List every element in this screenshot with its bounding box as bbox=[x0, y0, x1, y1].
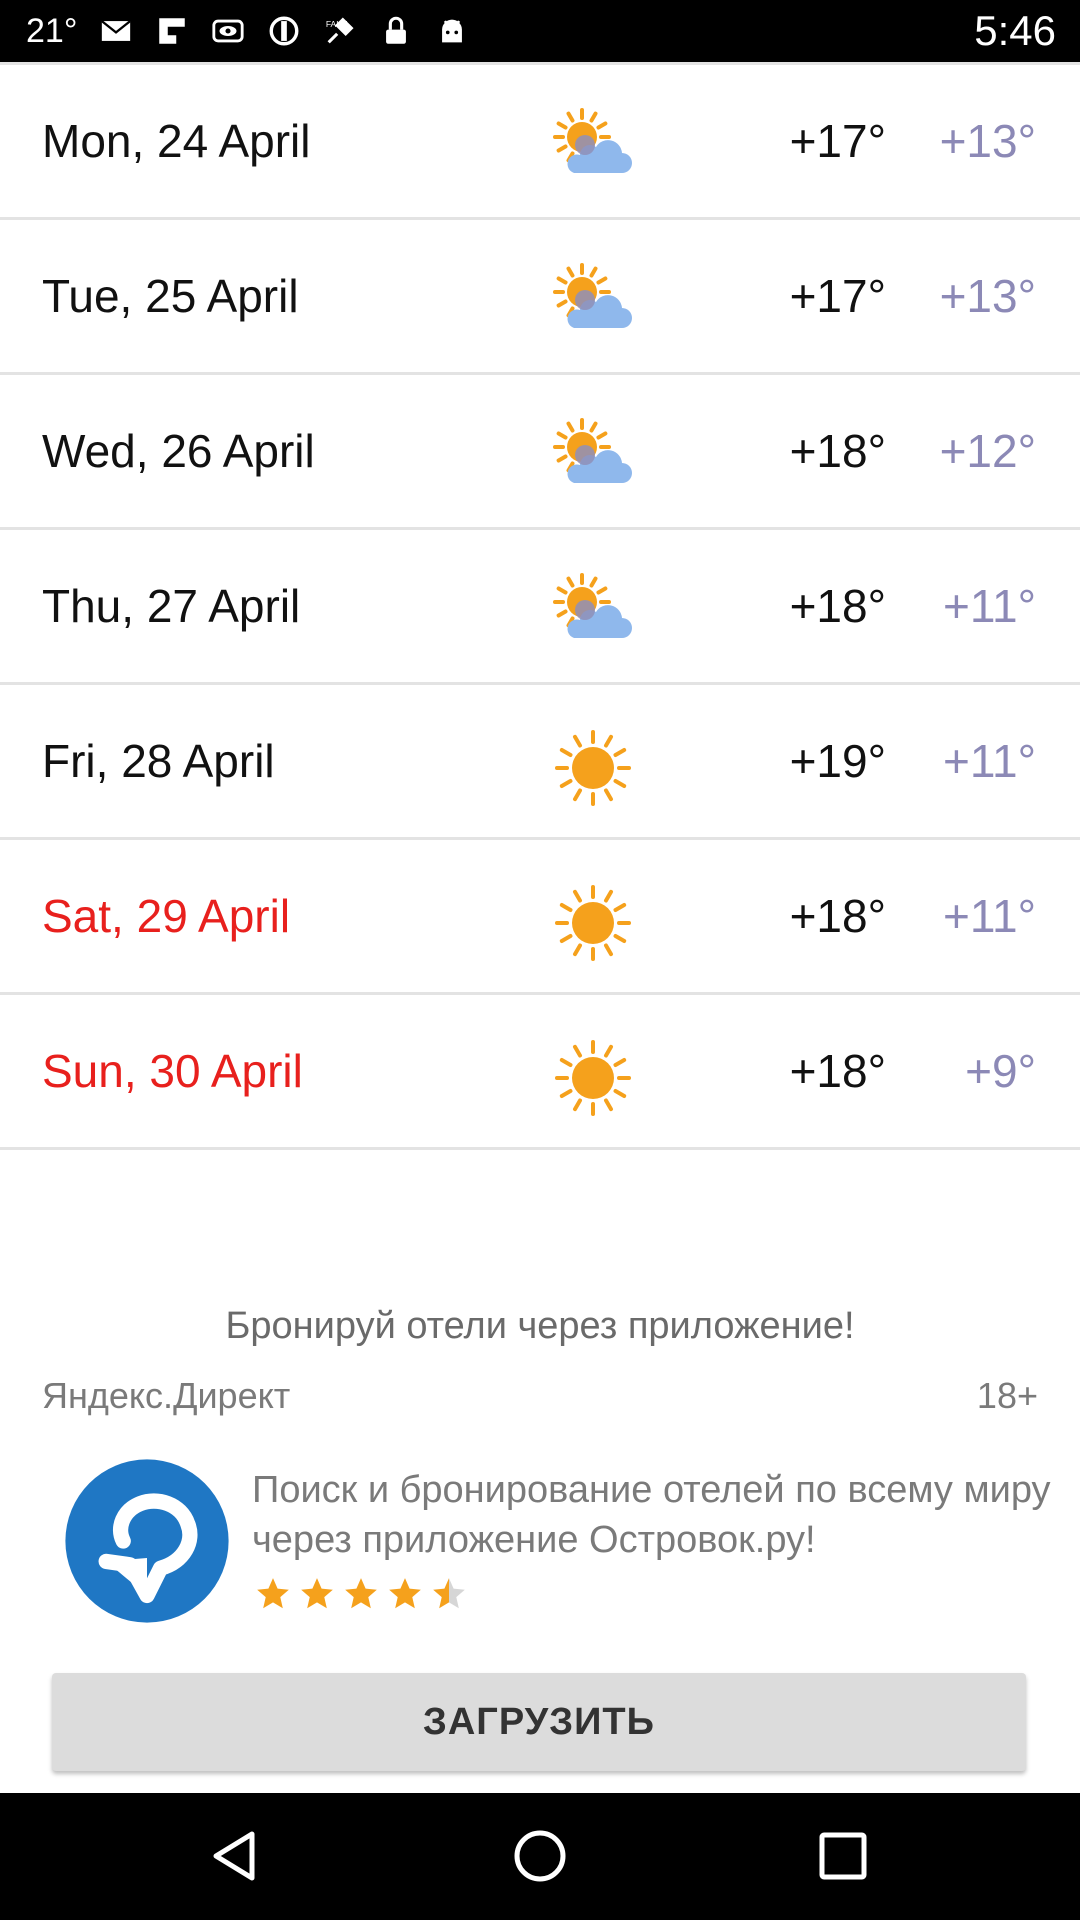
star-icon bbox=[345, 1578, 377, 1609]
forecast-high-temp: +19° bbox=[789, 735, 886, 787]
forecast-row[interactable]: Sun, 30 April +18° +9° bbox=[0, 995, 1080, 1150]
eye-icon bbox=[212, 19, 245, 43]
forecast-date: Tue, 25 April bbox=[42, 270, 299, 322]
download-button[interactable]: ЗАГРУЗИТЬ bbox=[52, 1673, 1026, 1771]
status-bar: 21° FAKE 5:46 bbox=[0, 0, 1080, 62]
forecast-high-temp: +18° bbox=[789, 580, 886, 632]
status-temperature: 21° bbox=[26, 11, 78, 50]
ad-rating-stars bbox=[254, 1575, 468, 1613]
ad-description[interactable]: Поиск и бронирование отелей по всему мир… bbox=[252, 1465, 1052, 1565]
star-icon bbox=[301, 1578, 333, 1609]
recents-icon[interactable] bbox=[813, 1826, 873, 1886]
mail-icon bbox=[101, 20, 132, 41]
forecast-low-temp: +9° bbox=[965, 1045, 1036, 1097]
forecast-low-temp: +11° bbox=[942, 580, 1036, 632]
forecast-date: Fri, 28 April bbox=[42, 735, 275, 787]
svg-text:FAKE: FAKE bbox=[326, 19, 348, 29]
star-icon bbox=[433, 1578, 465, 1609]
forecast-row[interactable]: Wed, 26 April +18° +12° bbox=[0, 375, 1080, 530]
forecast-row[interactable]: Thu, 27 April +18° +11° bbox=[0, 530, 1080, 685]
ad-source-label[interactable]: Яндекс.Директ bbox=[42, 1375, 290, 1417]
forecast-row[interactable]: Fri, 28 April +19° +11° bbox=[0, 685, 1080, 840]
partly-cloudy-icon bbox=[552, 262, 634, 344]
navigation-bar bbox=[0, 1793, 1080, 1920]
forecast-row[interactable]: Tue, 25 April +17° +13° bbox=[0, 220, 1080, 375]
status-time: 5:46 bbox=[974, 7, 1056, 54]
ad-age-rating: 18+ bbox=[976, 1375, 1038, 1416]
android-icon bbox=[442, 19, 463, 43]
star-icon bbox=[389, 1578, 421, 1609]
forecast-low-temp: +13° bbox=[939, 115, 1036, 167]
forecast-low-temp: +13° bbox=[939, 270, 1036, 322]
ostrovok-logo-icon[interactable] bbox=[62, 1456, 232, 1626]
sunny-icon bbox=[552, 1037, 634, 1119]
home-icon[interactable] bbox=[510, 1826, 570, 1886]
forecast-row[interactable]: Mon, 24 April +17° +13° bbox=[0, 65, 1080, 220]
forecast-date: Wed, 26 April bbox=[42, 425, 315, 477]
forecast-high-temp: +17° bbox=[789, 270, 886, 322]
ad-title[interactable]: Бронируй отели через приложение! bbox=[0, 1305, 1080, 1348]
circle-lock-icon bbox=[269, 16, 299, 46]
forecast-high-temp: +18° bbox=[789, 425, 886, 477]
partly-cloudy-icon bbox=[552, 417, 634, 499]
forecast-date: Sat, 29 April bbox=[42, 890, 291, 942]
forecast-high-temp: +18° bbox=[789, 1045, 886, 1097]
forecast-date: Sun, 30 April bbox=[42, 1045, 303, 1097]
forecast-low-temp: +11° bbox=[942, 890, 1036, 942]
sunny-icon bbox=[552, 882, 634, 964]
forecast-low-temp: +12° bbox=[939, 425, 1036, 477]
forecast-high-temp: +18° bbox=[789, 890, 886, 942]
fake-gps-icon: FAKE bbox=[326, 17, 354, 44]
sunny-icon bbox=[552, 727, 634, 809]
forecast-row[interactable]: Sat, 29 April +18° +11° bbox=[0, 840, 1080, 995]
forecast-date: Thu, 27 April bbox=[42, 580, 301, 632]
partly-cloudy-icon bbox=[552, 107, 634, 189]
star-icon bbox=[257, 1578, 289, 1609]
back-icon[interactable] bbox=[206, 1826, 266, 1886]
flipboard-icon bbox=[159, 18, 186, 44]
forecast-high-temp: +17° bbox=[789, 115, 886, 167]
forecast-low-temp: +11° bbox=[942, 735, 1036, 787]
forecast-date: Mon, 24 April bbox=[42, 115, 311, 167]
partly-cloudy-icon bbox=[552, 572, 634, 654]
padlock-icon bbox=[386, 16, 407, 44]
